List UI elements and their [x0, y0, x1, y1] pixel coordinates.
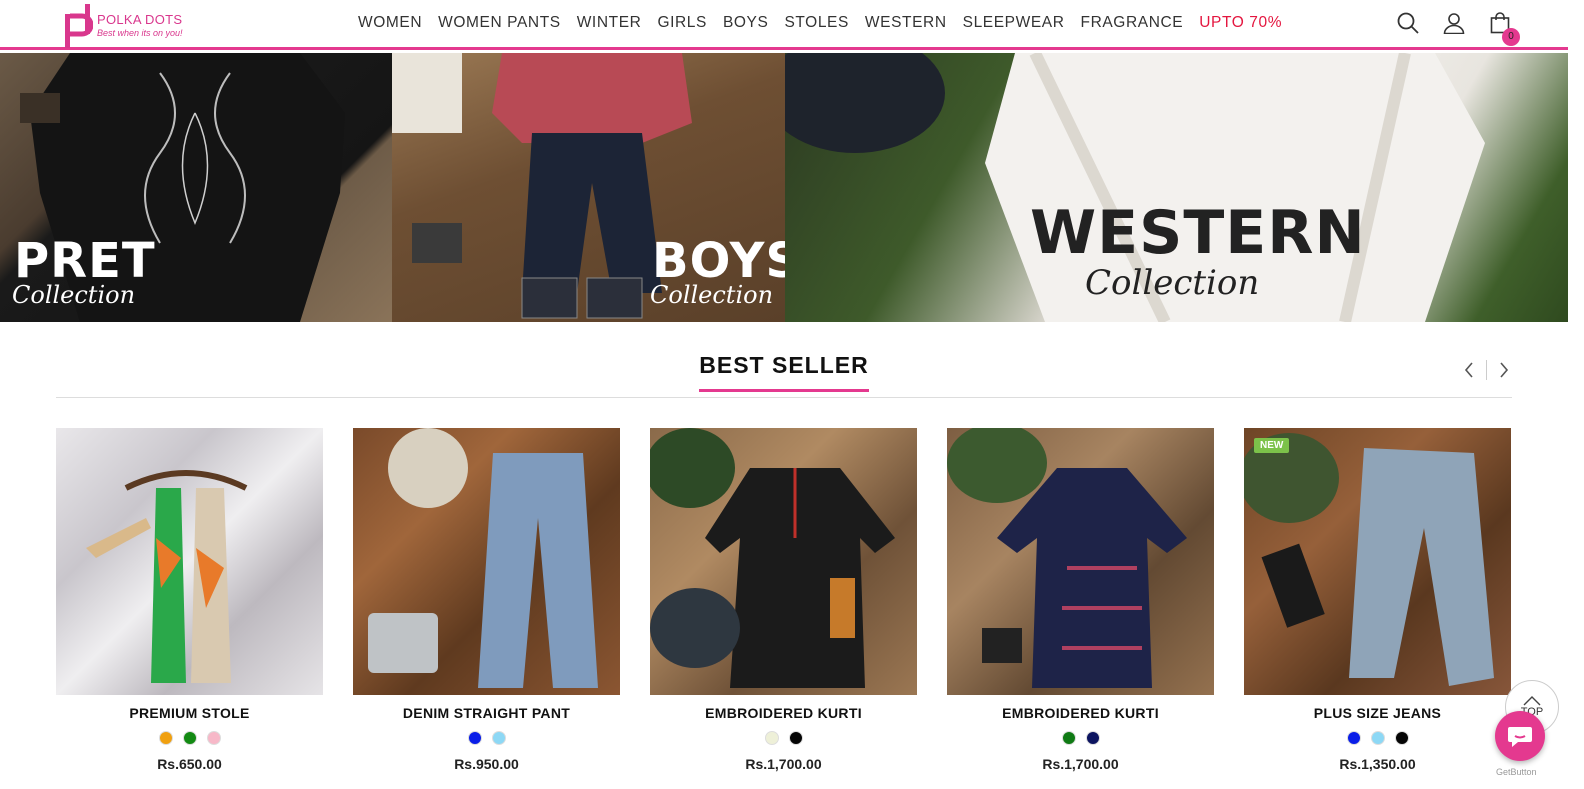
cart-count-badge: 0	[1502, 28, 1520, 46]
product-image[interactable]	[947, 428, 1214, 695]
color-swatch[interactable]	[1085, 731, 1100, 745]
color-swatch[interactable]	[788, 731, 803, 745]
product-carousel: PREMIUM STOLE Rs.650.00 DENIM STRAIGHT P…	[56, 428, 1511, 772]
nav-item-stoles[interactable]: STOLES	[776, 14, 856, 32]
banner-western[interactable]: WESTERN Collection	[785, 53, 1568, 322]
best-seller-heading: BEST SELLER	[0, 352, 1568, 392]
banner-boys[interactable]: BOYS Collection	[392, 53, 785, 322]
kurti-black-image	[650, 428, 895, 688]
nav-item-fragrance[interactable]: FRAGRANCE	[1073, 14, 1192, 32]
color-swatches	[56, 731, 323, 745]
color-swatch[interactable]	[1061, 731, 1076, 745]
jeans-image	[1244, 433, 1494, 686]
denim-pant-image	[368, 428, 598, 688]
product-price: Rs.1,700.00	[745, 756, 822, 772]
product-price: Rs.1,700.00	[1042, 756, 1119, 772]
cart-icon[interactable]: 0	[1488, 10, 1520, 46]
color-swatch[interactable]	[158, 731, 173, 745]
color-swatch[interactable]	[467, 731, 482, 745]
color-swatches	[353, 731, 620, 745]
section-title: BEST SELLER	[699, 352, 869, 392]
nav-item-girls[interactable]: GIRLS	[649, 14, 715, 32]
new-badge: NEW	[1254, 438, 1290, 453]
product-image[interactable]	[650, 428, 917, 695]
nav-item-western[interactable]: WESTERN	[857, 14, 955, 32]
banner-western-title: WESTERN	[1030, 198, 1366, 268]
color-swatch[interactable]	[764, 731, 779, 745]
product-card[interactable]: EMBROIDERED KURTI Rs.1,700.00	[947, 428, 1214, 772]
color-swatch[interactable]	[1346, 731, 1361, 745]
chevron-up-icon	[1523, 696, 1541, 706]
nav-item-sale[interactable]: UPTO 70%	[1191, 14, 1290, 32]
logo-mark-icon	[63, 4, 94, 48]
logo-name: POLKA DOTS	[97, 12, 183, 27]
color-swatch[interactable]	[206, 731, 221, 745]
getbutton-label: GetButton	[1496, 767, 1537, 777]
logo[interactable]: POLKA DOTS Best when its on you!	[63, 4, 183, 48]
nav-item-winter[interactable]: WINTER	[569, 14, 650, 32]
product-card[interactable]: DENIM STRAIGHT PANT Rs.950.00	[353, 428, 620, 772]
product-image[interactable]	[353, 428, 620, 695]
color-swatch[interactable]	[491, 731, 506, 745]
product-image[interactable]	[56, 428, 323, 695]
arrow-separator	[1486, 360, 1487, 380]
main-nav: WOMEN WOMEN PANTS WINTER GIRLS BOYS STOL…	[350, 14, 1290, 32]
nav-item-women[interactable]: WOMEN	[350, 14, 430, 32]
color-swatch[interactable]	[1370, 731, 1385, 745]
product-name[interactable]: EMBROIDERED KURTI	[947, 705, 1214, 721]
product-image[interactable]: NEW	[1244, 428, 1511, 695]
kurti-navy-image	[947, 428, 1187, 688]
logo-tagline: Best when its on you!	[97, 28, 183, 38]
color-swatch[interactable]	[182, 731, 197, 745]
chevron-left-icon[interactable]	[1460, 360, 1478, 380]
chat-button[interactable]	[1495, 711, 1545, 761]
nav-item-women-pants[interactable]: WOMEN PANTS	[430, 14, 569, 32]
product-name[interactable]: PREMIUM STOLE	[56, 705, 323, 721]
collection-banners: PRET Collection BOYS Collection WESTERN …	[0, 53, 1568, 322]
product-card[interactable]: PREMIUM STOLE Rs.650.00	[56, 428, 323, 772]
banner-pret-subtitle: Collection	[12, 281, 136, 309]
product-name[interactable]: EMBROIDERED KURTI	[650, 705, 917, 721]
chevron-right-icon[interactable]	[1495, 360, 1513, 380]
banner-boys-subtitle: Collection	[650, 281, 774, 309]
product-price: Rs.1,350.00	[1339, 756, 1416, 772]
chat-icon	[1508, 727, 1532, 747]
section-divider	[56, 397, 1512, 398]
product-price: Rs.650.00	[157, 756, 222, 772]
product-card[interactable]: NEW PLUS SIZE JEANS Rs.1,350.00	[1244, 428, 1511, 772]
nav-item-boys[interactable]: BOYS	[715, 14, 776, 32]
product-price: Rs.950.00	[454, 756, 519, 772]
color-swatches	[650, 731, 917, 745]
site-header: POLKA DOTS Best when its on you! WOMEN W…	[0, 0, 1568, 50]
carousel-arrows	[1460, 360, 1513, 380]
search-icon[interactable]	[1396, 10, 1420, 36]
nav-item-sleepwear[interactable]: SLEEPWEAR	[955, 14, 1073, 32]
banner-pret[interactable]: PRET Collection	[0, 53, 392, 322]
product-name[interactable]: PLUS SIZE JEANS	[1244, 705, 1511, 721]
user-icon[interactable]	[1442, 10, 1466, 36]
color-swatch[interactable]	[1394, 731, 1409, 745]
color-swatches	[947, 731, 1214, 745]
product-card[interactable]: EMBROIDERED KURTI Rs.1,700.00	[650, 428, 917, 772]
stole-image	[86, 470, 248, 683]
product-name[interactable]: DENIM STRAIGHT PANT	[353, 705, 620, 721]
color-swatches	[1244, 731, 1511, 745]
banner-western-subtitle: Collection	[1085, 263, 1260, 303]
